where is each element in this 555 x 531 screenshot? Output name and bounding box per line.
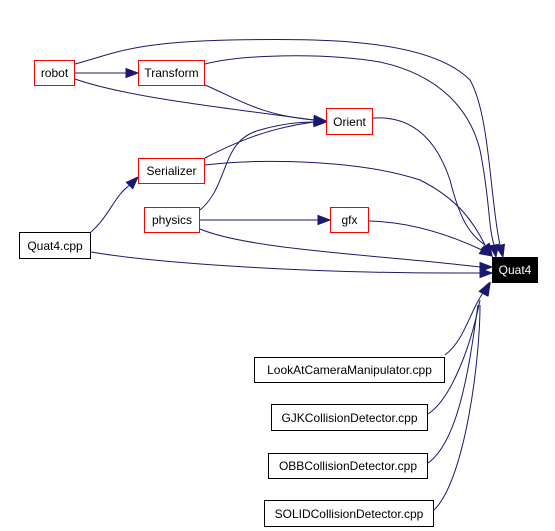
node-solid-collision-detector-cpp[interactable]: SOLIDCollisionDetector.cpp (264, 500, 434, 527)
node-quat4-cpp[interactable]: Quat4.cpp (19, 232, 91, 259)
edge-gfx-to-quat4 (368, 220, 483, 251)
edges-layer (74, 39, 506, 511)
edge-quat4cpp-to-quat4 (90, 251, 481, 274)
edge-serializer-to-orient (204, 121, 315, 159)
edge-obb-to-quat4 (427, 304, 479, 464)
node-gfx[interactable]: gfx (330, 207, 369, 233)
node-gjk-collision-detector-cpp[interactable]: GJKCollisionDetector.cpp (271, 404, 428, 431)
node-robot[interactable]: robot (34, 60, 75, 86)
node-quat4[interactable]: Quat4 (492, 257, 538, 283)
edge-quat4cpp-to-serializer (90, 184, 131, 233)
arrowhead-icon (479, 267, 494, 279)
node-serializer[interactable]: Serializer (138, 158, 205, 184)
node-lookat-camera-manipulator-cpp[interactable]: LookAtCameraManipulator.cpp (254, 357, 445, 383)
node-transform[interactable]: Transform (138, 60, 205, 86)
node-orient[interactable]: Orient (326, 108, 373, 135)
node-physics[interactable]: physics (144, 207, 200, 233)
arrowhead-icon (478, 281, 490, 297)
arrowhead-icon (125, 67, 140, 79)
arrowhead-icon (317, 214, 332, 226)
edge-lookat-to-quat4 (444, 289, 486, 356)
node-obb-collision-detector-cpp[interactable]: OBBCollisionDetector.cpp (268, 453, 428, 479)
edge-physics-to-quat4 (199, 228, 481, 268)
dependency-graph: robot Transform Orient Serializer physic… (0, 0, 555, 531)
edge-orient-to-quat4 (372, 117, 486, 246)
edge-transform-to-orient (204, 84, 315, 121)
